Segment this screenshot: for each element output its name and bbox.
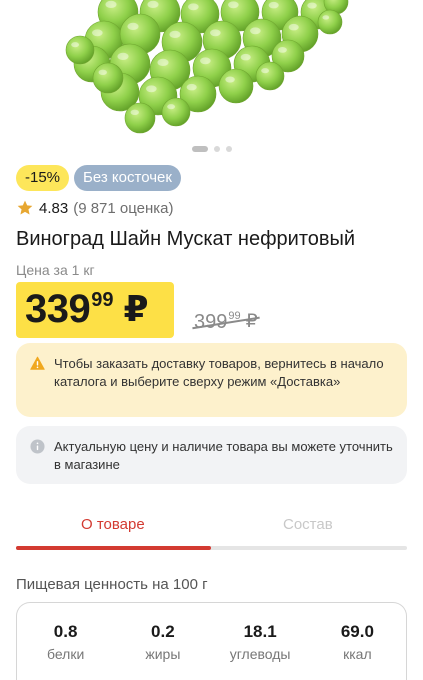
grape-berry	[218, 68, 254, 104]
grape-highlight	[157, 58, 169, 66]
grape-highlight	[98, 69, 107, 76]
nutrition-label: ккал	[343, 646, 372, 662]
nutrition-carbs: 18.1 углеводы	[212, 621, 309, 680]
grape-berry	[255, 61, 285, 91]
badge-row: -15% Без косточек	[16, 165, 181, 191]
grape-berry	[124, 102, 156, 134]
availability-notice-text: Актуальную цену и наличие товара вы може…	[54, 439, 393, 472]
tab-indicator	[16, 546, 211, 550]
availability-notice: Актуальную цену и наличие товара вы може…	[16, 426, 407, 484]
old-price-cents: 99	[228, 310, 241, 322]
grape-highlight	[200, 57, 211, 65]
grape-highlight	[186, 83, 197, 91]
product-image[interactable]	[0, 0, 423, 160]
unit-label: Цена за 1 кг	[16, 262, 95, 278]
delivery-notice: Чтобы заказать доставку товаров, верните…	[16, 343, 407, 417]
grape-highlight	[188, 3, 199, 11]
grape-highlight	[92, 29, 103, 37]
grape-highlight	[240, 53, 251, 61]
nutrition-value: 18.1	[243, 622, 277, 641]
seedless-badge: Без косточек	[74, 165, 181, 191]
grape-highlight	[250, 27, 261, 35]
info-icon	[30, 439, 45, 454]
current-price: 339 99 ₽	[16, 282, 174, 338]
nutrition-value: 69.0	[340, 622, 374, 641]
grapes-image	[65, 0, 349, 134]
nutrition-fat: 0.2 жиры	[114, 621, 211, 680]
price-currency: ₽	[123, 288, 149, 329]
tab-composition[interactable]: Состав	[283, 516, 333, 533]
grape-berry	[92, 62, 124, 94]
grape-highlight	[261, 68, 270, 74]
rating-count: (9 871 оценка)	[73, 199, 174, 217]
nutrition-protein: 0.8 белки	[17, 621, 114, 680]
grape-highlight	[117, 52, 129, 61]
grape-highlight	[169, 30, 181, 38]
grape-highlight	[288, 23, 299, 31]
old-price-main: 399	[194, 311, 228, 333]
product-title: Виноград Шайн Мускат нефритовый	[16, 228, 356, 250]
grape-highlight	[146, 85, 157, 93]
grape-highlight	[277, 47, 287, 53]
carousel-dots	[0, 146, 423, 152]
nutrition-value: 0.8	[53, 622, 78, 641]
grape-berry	[65, 35, 95, 65]
warning-icon	[30, 356, 45, 370]
nutrition-value: 0.2	[151, 622, 175, 641]
carousel-dot-2[interactable]	[213, 146, 220, 152]
nutrition-label: жиры	[145, 646, 181, 662]
rating-value: 4.83	[39, 199, 69, 217]
grape-highlight	[210, 29, 221, 37]
grape-highlight	[307, 2, 317, 9]
nutrition-label: углеводы	[229, 646, 291, 662]
delivery-notice-text: Чтобы заказать доставку товаров, верните…	[54, 356, 384, 389]
grape-berry	[317, 9, 343, 35]
nutrition-kcal: 69.0 ккал	[309, 621, 406, 680]
discount-badge: -15%	[16, 165, 70, 191]
star-icon	[17, 200, 33, 215]
nutrition-card: 0.8 белки 0.2 жиры 18.1 углеводы 69.0 кк…	[16, 602, 407, 680]
grape-berry	[161, 97, 191, 127]
old-price-currency: ₽	[245, 311, 258, 332]
nutrition-title: Пищевая ценность на 100 г	[16, 576, 208, 593]
grape-highlight	[130, 109, 139, 116]
old-price: 399 99 ₽	[194, 310, 258, 334]
grape-highlight	[225, 76, 235, 83]
grape-highlight	[228, 1, 239, 9]
grape-highlight	[127, 22, 139, 30]
grape-highlight	[105, 0, 117, 8]
grape-highlight	[147, 0, 159, 8]
grape-highlight	[71, 42, 80, 48]
product-tabs: О товаре Состав	[16, 508, 407, 550]
grape-highlight	[268, 1, 279, 9]
rating[interactable]: 4.83 (9 871 оценка)	[16, 199, 174, 217]
grape-highlight	[322, 15, 330, 20]
nutrition-label: белки	[46, 646, 85, 662]
price-cents: 99	[91, 289, 114, 311]
tab-about[interactable]: О товаре	[81, 516, 145, 533]
carousel-dot-3[interactable]	[225, 146, 232, 152]
price-main: 339	[25, 287, 91, 331]
grape-highlight	[167, 104, 176, 110]
carousel-dot-1[interactable]	[191, 146, 208, 152]
